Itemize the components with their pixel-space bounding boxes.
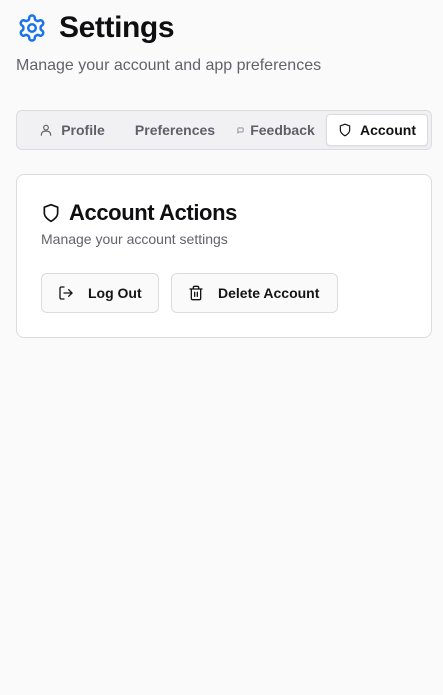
logout-label: Log Out	[88, 285, 142, 301]
logout-icon	[58, 285, 74, 301]
trash-icon	[188, 285, 204, 301]
card-title-row: Account Actions	[41, 200, 237, 226]
tab-label: Account	[360, 122, 416, 138]
settings-page: Settings Manage your account and app pre…	[0, 0, 443, 695]
page-header: Settings Manage your account and app pre…	[16, 10, 432, 76]
shield-icon	[41, 203, 61, 223]
delete-account-label: Delete Account	[218, 285, 320, 301]
message-icon	[237, 126, 244, 134]
settings-tabs: Profile Preferences Feedback Account	[16, 110, 432, 150]
page-title: Settings	[59, 11, 175, 44]
logout-button[interactable]: Log Out	[41, 273, 159, 313]
tab-label: Feedback	[250, 122, 315, 138]
tab-label: Preferences	[134, 122, 216, 138]
account-actions-card: Account Actions Manage your account sett…	[16, 174, 432, 338]
card-title: Account Actions	[69, 200, 237, 225]
tab-profile[interactable]: Profile	[20, 114, 124, 146]
page-subtitle: Manage your account and app preferences	[16, 57, 322, 74]
title-row: Settings	[16, 10, 432, 46]
user-icon	[39, 123, 53, 137]
gear-icon	[16, 12, 48, 44]
tab-label: Profile	[61, 122, 105, 138]
tab-account[interactable]: Account	[326, 114, 428, 146]
tab-feedback[interactable]: Feedback	[226, 114, 326, 146]
tab-preferences[interactable]: Preferences	[124, 114, 226, 146]
card-description: Manage your account settings	[41, 231, 228, 247]
delete-account-button[interactable]: Delete Account	[171, 273, 338, 313]
shield-icon	[338, 123, 352, 137]
